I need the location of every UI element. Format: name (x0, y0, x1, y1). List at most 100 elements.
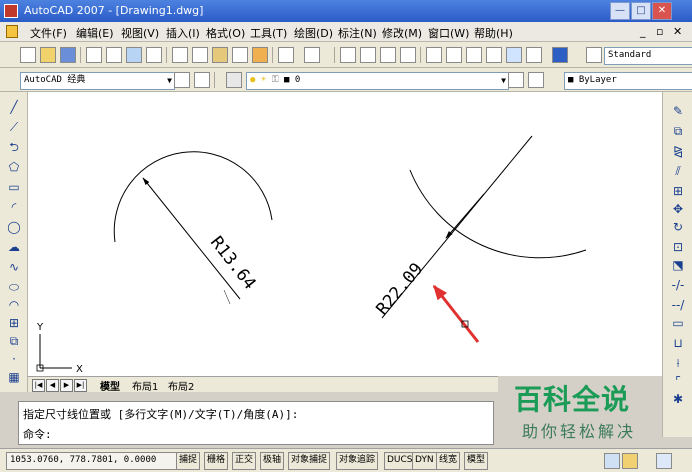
paste-icon[interactable] (212, 47, 228, 63)
minimize-icon[interactable]: — (610, 2, 630, 20)
make-block-icon[interactable]: ⧉ (7, 334, 21, 348)
workspace-select[interactable]: AutoCAD 经典 ▼ (20, 72, 175, 90)
copy-icon[interactable] (192, 47, 208, 63)
print-preview-icon[interactable] (106, 47, 122, 63)
ellipse-icon[interactable]: ⬭ (7, 280, 21, 294)
copy-object-icon[interactable]: ⧉ (671, 124, 685, 138)
ducs-toggle[interactable]: DUCS (384, 452, 416, 470)
layer-thaw-icon[interactable]: ☀ (261, 75, 266, 85)
point-icon[interactable]: · (7, 352, 21, 366)
mirror-icon[interactable]: ⧎ (671, 144, 685, 158)
mdi-close-icon[interactable]: ✕ (673, 25, 682, 38)
mdi-restore-icon[interactable]: ▫ (656, 25, 663, 38)
mdi-minimize-icon[interactable]: _ (640, 25, 646, 38)
spline-icon[interactable]: ∿ (7, 260, 21, 274)
redo-icon[interactable] (304, 47, 320, 63)
arc-icon[interactable]: ◜ (7, 200, 21, 214)
coordinate-readout[interactable]: 1053.0760, 778.7801, 0.0000 (6, 452, 177, 470)
design-center-icon[interactable] (446, 47, 462, 63)
next-tab-icon[interactable]: ▶ (60, 379, 73, 392)
text-style-select[interactable]: Standard (604, 47, 692, 65)
lock-icon[interactable] (622, 453, 638, 469)
grid-toggle[interactable]: 栅格 (204, 452, 229, 470)
maximize-icon[interactable]: □ (631, 2, 651, 20)
close-icon[interactable]: ✕ (652, 2, 672, 20)
zoom-realtime-icon[interactable] (360, 47, 376, 63)
help-icon[interactable] (552, 47, 568, 63)
save-icon[interactable] (60, 47, 76, 63)
zoom-window-icon[interactable] (380, 47, 396, 63)
calculator-icon[interactable] (526, 47, 542, 63)
layer-on-icon[interactable]: ● (250, 75, 255, 85)
text-style-icon[interactable] (586, 47, 602, 63)
snap-toggle[interactable]: 捕捉 (176, 452, 201, 470)
circle-icon[interactable]: ◯ (7, 220, 21, 234)
scale-icon[interactable]: ⊡ (671, 240, 685, 254)
layer-select[interactable]: ● ☀ ⚿ ■ 0 ▼ (246, 72, 509, 90)
model-toggle[interactable]: 模型 (464, 452, 489, 470)
layer-previous-icon[interactable] (528, 72, 544, 88)
prev-tab-icon[interactable]: ◀ (46, 379, 59, 392)
zoom-previous-icon[interactable] (400, 47, 416, 63)
rotate-icon[interactable]: ↻ (671, 220, 685, 234)
dimension-text-2[interactable]: R22.09 (373, 259, 428, 319)
otrack-toggle[interactable]: 对象追踪 (336, 452, 379, 470)
line-icon[interactable]: ╱ (7, 100, 21, 114)
osnap-toggle[interactable]: 对象捕捉 (288, 452, 331, 470)
menu-edit[interactable]: 编辑(E) (76, 25, 114, 41)
dyn-toggle[interactable]: DYN (412, 452, 437, 470)
menu-draw[interactable]: 绘图(D) (294, 25, 333, 41)
trim-icon[interactable]: -/- (671, 278, 685, 292)
menu-view[interactable]: 视图(V) (121, 25, 159, 41)
last-tab-icon[interactable]: ▶| (74, 379, 87, 392)
polyline-icon[interactable]: ⮌ (7, 140, 21, 154)
drawing-canvas[interactable]: R13.64 R22.09 Y X (28, 92, 662, 376)
revision-cloud-icon[interactable]: ☁ (7, 240, 21, 254)
print-icon[interactable] (86, 47, 102, 63)
chamfer-icon[interactable]: ⟊ (671, 356, 685, 370)
linetype-select[interactable]: ■ ByLayer (564, 72, 692, 90)
pan-icon[interactable] (340, 47, 356, 63)
arc-2[interactable] (409, 169, 587, 259)
new-icon[interactable] (20, 47, 36, 63)
join-icon[interactable]: ⊔ (671, 336, 685, 350)
fillet-icon[interactable]: ⌜ (671, 374, 685, 388)
clean-screen-icon[interactable] (656, 453, 672, 469)
dimension-text-1[interactable]: R13.64 (206, 233, 260, 294)
menu-tools[interactable]: 工具(T) (250, 25, 287, 41)
tool-palettes-icon[interactable] (466, 47, 482, 63)
sheet-set-icon[interactable] (486, 47, 502, 63)
menu-insert[interactable]: 插入(I) (166, 25, 200, 41)
polygon-icon[interactable]: ⬠ (7, 160, 21, 174)
construction-line-icon[interactable]: ⟋ (7, 120, 21, 134)
properties-icon[interactable] (426, 47, 442, 63)
publish-icon[interactable] (126, 47, 142, 63)
offset-icon[interactable]: ⫽ (671, 164, 685, 178)
menu-file[interactable]: 文件(F) (30, 25, 67, 41)
layer-lock-icon[interactable]: ⚿ (272, 75, 279, 85)
plot-icon[interactable] (146, 47, 162, 63)
ortho-toggle[interactable]: 正交 (232, 452, 257, 470)
lineweight-toggle[interactable]: 线宽 (436, 452, 461, 470)
ellipse-arc-icon[interactable]: ◠ (7, 298, 21, 312)
markup-icon[interactable] (506, 47, 522, 63)
erase-icon[interactable]: ✎ (671, 104, 685, 118)
tab-layout1[interactable]: 布局1 (132, 378, 158, 393)
stretch-icon[interactable]: ⬔ (671, 258, 685, 272)
extend-icon[interactable]: --/ (671, 298, 685, 312)
tab-layout2[interactable]: 布局2 (168, 378, 194, 393)
block-editor-icon[interactable] (252, 47, 268, 63)
array-icon[interactable]: ⊞ (671, 184, 685, 198)
explode-icon[interactable]: ✱ (671, 392, 685, 406)
document-icon[interactable] (6, 25, 18, 38)
tray-settings-icon[interactable] (604, 453, 620, 469)
arc-1[interactable] (113, 151, 273, 243)
workspace-save-icon[interactable] (194, 72, 210, 88)
menu-dimension[interactable]: 标注(N) (338, 25, 377, 41)
insert-block-icon[interactable]: ⊞ (7, 316, 21, 330)
hatch-icon[interactable]: ▦ (7, 370, 21, 384)
match-properties-icon[interactable] (232, 47, 248, 63)
cut-icon[interactable] (172, 47, 188, 63)
menu-modify[interactable]: 修改(M) (382, 25, 422, 41)
make-current-layer-icon[interactable] (508, 72, 524, 88)
